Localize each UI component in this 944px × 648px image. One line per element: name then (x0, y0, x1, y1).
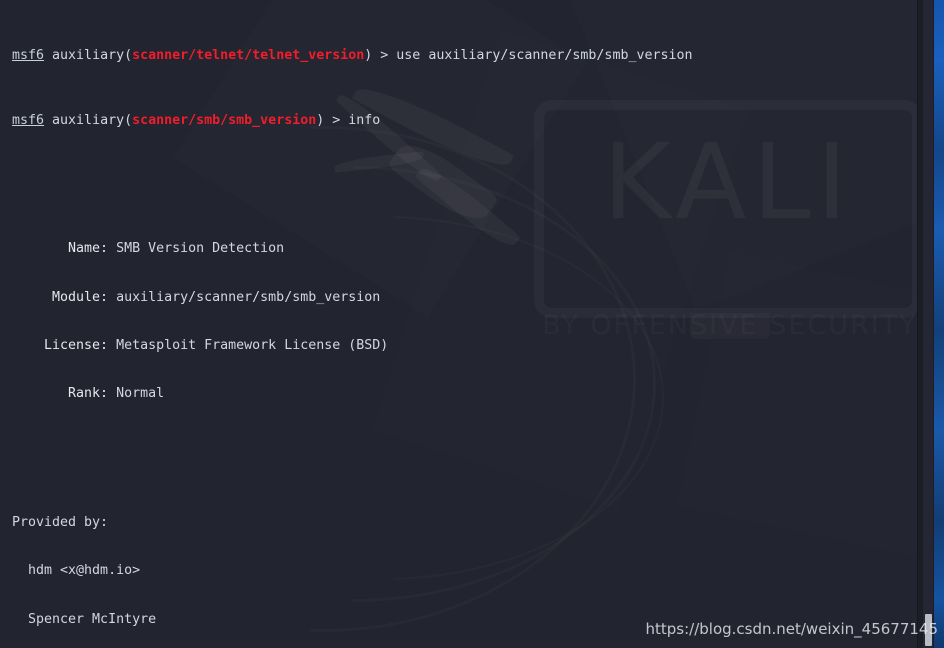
scrollbar-thumb[interactable] (925, 614, 932, 646)
prompt-arrow: ) > (316, 112, 349, 128)
info-name-label: Name: (12, 241, 117, 257)
scrollbar-track[interactable] (923, 0, 933, 648)
command-text: use auxiliary/scanner/smb/smb_version (396, 48, 693, 64)
terminal-window: KALI BY OFFENSIVE SECURITY msf6 auxiliar… (0, 0, 944, 648)
info-name-value: SMB Version Detection (116, 241, 285, 257)
info-module-label: Module: (12, 289, 117, 305)
info-license-label: License: (12, 337, 117, 353)
prompt-line: msf6 auxiliary(scanner/smb/smb_version) … (0, 113, 918, 129)
prompt-sep: auxiliary( (44, 112, 133, 128)
author-line: Spencer McIntyre (12, 611, 157, 627)
info-name-row: Name: SMB Version Detection (0, 241, 918, 257)
info-module-value: auxiliary/scanner/smb/smb_version (116, 289, 381, 305)
info-module-row: Module: auxiliary/scanner/smb/smb_versio… (0, 290, 918, 306)
prompt-line: msf6 auxiliary(scanner/telnet/telnet_ver… (0, 48, 918, 64)
prompt-module: scanner/telnet/telnet_version (132, 48, 365, 64)
provided-by-heading: Provided by: (12, 515, 109, 530)
info-rank-label: Rank: (12, 386, 117, 402)
author-line: hdm <x@hdm.io> (12, 563, 141, 579)
window-edge-accent (934, 0, 944, 648)
info-rank-row: Rank: Normal (0, 386, 918, 402)
terminal-scrollback[interactable]: msf6 auxiliary(scanner/telnet/telnet_ver… (0, 0, 918, 648)
prompt-sep: auxiliary( (44, 48, 133, 64)
info-license-value: Metasploit Framework License (BSD) (116, 337, 389, 353)
prompt-module: scanner/smb/smb_version (132, 112, 317, 128)
info-rank-value: Normal (116, 386, 165, 402)
info-license-row: License: Metasploit Framework License (B… (0, 338, 918, 354)
prompt-user: msf6 (12, 112, 45, 128)
command-text: info (348, 112, 381, 128)
prompt-arrow: ) > (364, 48, 397, 64)
prompt-user: msf6 (12, 48, 45, 64)
